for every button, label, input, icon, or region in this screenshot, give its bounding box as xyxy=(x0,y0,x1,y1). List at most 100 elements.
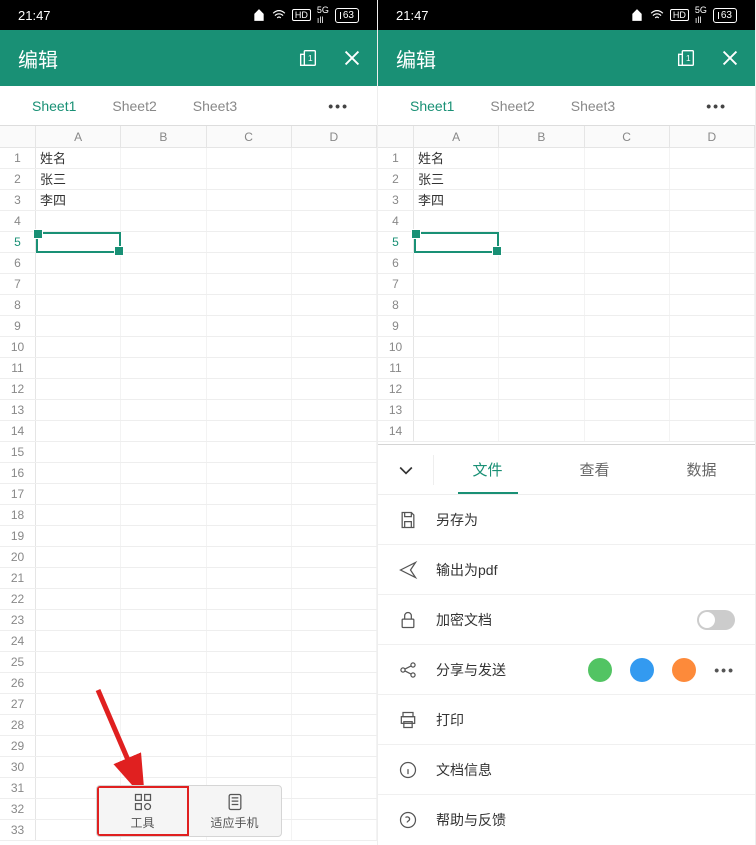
cell[interactable] xyxy=(499,295,584,315)
cell[interactable]: 姓名 xyxy=(414,148,499,168)
row-header[interactable]: 19 xyxy=(0,526,36,546)
cell[interactable] xyxy=(585,253,670,273)
row-header[interactable]: 33 xyxy=(0,820,36,840)
cell[interactable] xyxy=(292,610,377,630)
close-icon-r[interactable] xyxy=(719,47,741,69)
cell[interactable] xyxy=(670,421,755,441)
cell[interactable] xyxy=(36,358,121,378)
cell[interactable] xyxy=(121,169,206,189)
row[interactable]: 28 xyxy=(0,715,377,736)
row[interactable]: 12 xyxy=(378,379,755,400)
cell[interactable] xyxy=(670,232,755,252)
cell[interactable] xyxy=(121,211,206,231)
cell[interactable] xyxy=(670,316,755,336)
mobile-view-button[interactable]: 适应手机 xyxy=(189,786,281,836)
cell[interactable]: 张三 xyxy=(414,169,499,189)
cell[interactable] xyxy=(292,316,377,336)
cell[interactable] xyxy=(36,274,121,294)
row-header[interactable]: 28 xyxy=(0,715,36,735)
cell[interactable] xyxy=(585,421,670,441)
row-header[interactable]: 2 xyxy=(378,169,414,189)
col-b[interactable]: B xyxy=(121,126,206,147)
cell[interactable] xyxy=(499,169,584,189)
cell[interactable] xyxy=(207,736,292,756)
cell[interactable] xyxy=(292,820,377,840)
row-header[interactable]: 13 xyxy=(378,400,414,420)
cell[interactable] xyxy=(36,736,121,756)
cell[interactable] xyxy=(414,358,499,378)
cell[interactable] xyxy=(36,715,121,735)
cell[interactable] xyxy=(36,400,121,420)
col-c[interactable]: C xyxy=(207,126,292,147)
row[interactable]: 7 xyxy=(378,274,755,295)
row-header[interactable]: 21 xyxy=(0,568,36,588)
cell[interactable] xyxy=(292,379,377,399)
cell[interactable] xyxy=(121,694,206,714)
row-header[interactable]: 25 xyxy=(0,652,36,672)
cell[interactable] xyxy=(207,484,292,504)
cell[interactable] xyxy=(670,337,755,357)
cell[interactable] xyxy=(585,400,670,420)
cell[interactable] xyxy=(121,736,206,756)
cell[interactable] xyxy=(585,148,670,168)
row-header[interactable]: 4 xyxy=(378,211,414,231)
row-header[interactable]: 10 xyxy=(378,337,414,357)
row[interactable]: 27 xyxy=(0,694,377,715)
cell[interactable] xyxy=(121,274,206,294)
cell[interactable] xyxy=(207,379,292,399)
cell[interactable] xyxy=(292,589,377,609)
cell[interactable] xyxy=(292,169,377,189)
menu-save-as[interactable]: 另存为 xyxy=(378,495,755,545)
cell[interactable] xyxy=(670,400,755,420)
cell[interactable] xyxy=(292,757,377,777)
cell[interactable] xyxy=(585,316,670,336)
row-header[interactable]: 5 xyxy=(378,232,414,252)
cell[interactable] xyxy=(36,484,121,504)
cell[interactable] xyxy=(499,400,584,420)
cell[interactable] xyxy=(499,358,584,378)
cell[interactable] xyxy=(207,295,292,315)
menu-encrypt[interactable]: 加密文档 xyxy=(378,595,755,645)
cell[interactable]: 李四 xyxy=(36,190,121,210)
row-header[interactable]: 6 xyxy=(378,253,414,273)
cell[interactable] xyxy=(121,715,206,735)
cell[interactable] xyxy=(36,589,121,609)
row-header[interactable]: 5 xyxy=(0,232,36,252)
cell[interactable]: 姓名 xyxy=(36,148,121,168)
row-header[interactable]: 7 xyxy=(0,274,36,294)
row-header[interactable]: 17 xyxy=(0,484,36,504)
cell[interactable] xyxy=(499,421,584,441)
menu-export-pdf[interactable]: 输出为pdf xyxy=(378,545,755,595)
row[interactable]: 11 xyxy=(378,358,755,379)
row-header[interactable]: 12 xyxy=(0,379,36,399)
cell[interactable] xyxy=(36,610,121,630)
cell[interactable] xyxy=(670,379,755,399)
tab-sheet3-r[interactable]: Sheet3 xyxy=(553,86,633,126)
row[interactable]: 26 xyxy=(0,673,377,694)
row[interactable]: 24 xyxy=(0,631,377,652)
row-header[interactable]: 30 xyxy=(0,757,36,777)
cell[interactable] xyxy=(292,463,377,483)
col-b-r[interactable]: B xyxy=(499,126,584,147)
row[interactable]: 3李四 xyxy=(0,190,377,211)
cell[interactable] xyxy=(36,421,121,441)
cell[interactable] xyxy=(121,295,206,315)
row[interactable]: 17 xyxy=(0,484,377,505)
cell[interactable] xyxy=(36,232,121,252)
cell[interactable] xyxy=(292,337,377,357)
spreadsheet-grid-r[interactable]: A B C D 1姓名2张三3李四4567891011121314 xyxy=(378,126,755,442)
row[interactable]: 9 xyxy=(378,316,755,337)
cell[interactable] xyxy=(207,442,292,462)
cell[interactable] xyxy=(36,694,121,714)
cell[interactable] xyxy=(36,568,121,588)
copy-icon[interactable]: 1 xyxy=(297,47,319,69)
cell[interactable] xyxy=(207,526,292,546)
row-header[interactable]: 3 xyxy=(0,190,36,210)
cell[interactable] xyxy=(36,337,121,357)
cell[interactable] xyxy=(121,547,206,567)
row[interactable]: 4 xyxy=(378,211,755,232)
cell[interactable] xyxy=(670,169,755,189)
cell[interactable] xyxy=(414,316,499,336)
row[interactable]: 9 xyxy=(0,316,377,337)
cell[interactable] xyxy=(207,337,292,357)
